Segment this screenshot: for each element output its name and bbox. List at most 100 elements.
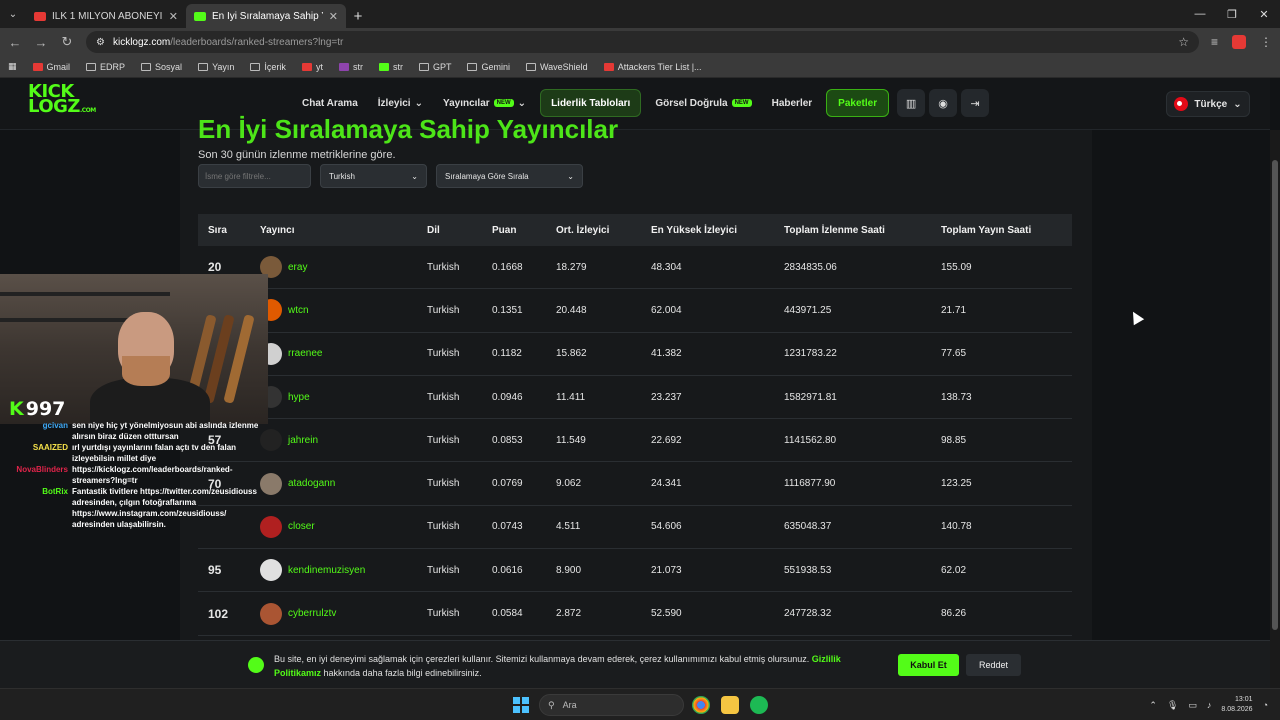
clock[interactable]: 13:01 8.08.2026 bbox=[1221, 695, 1252, 715]
streamer-cell[interactable]: closer bbox=[250, 515, 417, 538]
browser-menu-icon[interactable]: ⋮ bbox=[1260, 35, 1272, 49]
table-row[interactable]: rraenee Turkish 0.1182 15.862 41.382 1231783.… bbox=[198, 333, 1072, 376]
bookmark-yayin[interactable]: Yayın bbox=[198, 62, 234, 72]
bookmark-star-icon[interactable]: ☆ bbox=[1178, 35, 1189, 49]
network-icon[interactable]: ▭ bbox=[1188, 700, 1197, 711]
back-arrow-icon[interactable]: ← bbox=[8, 35, 22, 50]
media-controls-icon[interactable]: ≡ bbox=[1211, 35, 1218, 49]
table-row[interactable]: 57 jahrein Turkish 0.0853 11.549 22.692 114156… bbox=[198, 419, 1072, 463]
header-lang[interactable]: Dil bbox=[417, 225, 482, 236]
streamer-cell[interactable]: kendinemuzisyen bbox=[250, 559, 417, 582]
nav-packages-button[interactable]: Paketler bbox=[826, 89, 890, 117]
forward-arrow-icon[interactable]: → bbox=[34, 35, 48, 50]
sort-select[interactable]: Sıralamaya Göre Sırala ⌄ bbox=[436, 164, 583, 188]
table-row[interactable]: hype Turkish 0.0946 11.411 23.237 1582971.81 1… bbox=[198, 376, 1072, 420]
taskbar-search[interactable]: ⚲ Ara bbox=[539, 694, 684, 716]
language-selector[interactable]: Türkçe ⌄ bbox=[1166, 91, 1250, 117]
table-row[interactable]: wtcn Turkish 0.1351 20.448 62.004 443971.25 21… bbox=[198, 289, 1072, 333]
streamer-cell[interactable]: jahrein bbox=[250, 429, 417, 452]
bookmark-gpt[interactable]: GPT bbox=[418, 62, 451, 72]
chrome-app-icon[interactable] bbox=[692, 696, 710, 714]
volume-icon[interactable]: ♪ bbox=[1207, 700, 1212, 710]
header-watch-hours[interactable]: Toplam İzlenme Saati bbox=[774, 225, 931, 236]
bookmark-str-twitch[interactable]: str bbox=[338, 62, 363, 72]
avatar[interactable] bbox=[260, 602, 282, 625]
nav-news[interactable]: Haberler bbox=[762, 89, 823, 117]
table-row[interactable]: 102 cyberrulztv Turkish 0.0584 2.872 52.590 24… bbox=[198, 592, 1072, 636]
restore-icon[interactable]: ❐ bbox=[1216, 0, 1248, 28]
bookmark-waveshield[interactable]: WaveShield bbox=[525, 62, 588, 72]
streamer-name-link[interactable]: kendinemuzisyen bbox=[288, 565, 365, 576]
bookmark-attackers[interactable]: Attackers Tier List |... bbox=[603, 62, 702, 72]
reload-icon[interactable]: ↻ bbox=[60, 34, 74, 50]
url-omnibox[interactable]: ⚙ kicklogz.com/leaderboards/ranked-strea… bbox=[86, 31, 1199, 53]
header-avg-viewers[interactable]: Ort. İzleyici bbox=[546, 225, 641, 236]
tray-chevron-icon[interactable]: ⌃ bbox=[1149, 700, 1157, 711]
site-info-icon[interactable]: ⚙ bbox=[96, 37, 105, 48]
table-row[interactable]: closer Turkish 0.0743 4.511 54.606 635048.37 1… bbox=[198, 506, 1072, 550]
streamer-cell[interactable]: wtcn bbox=[250, 299, 417, 322]
discord-icon[interactable]: ◉ bbox=[929, 89, 958, 117]
bookmark-gmail[interactable]: Gmail bbox=[32, 62, 70, 72]
reject-cookies-button[interactable]: Reddet bbox=[966, 654, 1021, 676]
header-stream-hours[interactable]: Toplam Yayın Saati bbox=[931, 225, 1061, 236]
avatar[interactable] bbox=[260, 559, 282, 582]
bookmark-gemini[interactable]: Gemini bbox=[467, 62, 510, 72]
streamer-name-link[interactable]: wtcn bbox=[288, 305, 309, 316]
streamer-name-link[interactable]: hype bbox=[288, 392, 310, 403]
streamer-cell[interactable]: eray bbox=[250, 256, 417, 279]
login-icon[interactable]: ⇥ bbox=[961, 89, 990, 117]
streamer-name-link[interactable]: rraenee bbox=[288, 348, 322, 359]
nav-chat-search[interactable]: Chat Arama bbox=[292, 89, 368, 117]
notification-bell-icon[interactable]: ◔ bbox=[1263, 700, 1268, 710]
name-filter-input[interactable] bbox=[198, 164, 311, 188]
watch-hours-cell: 1231783.22 bbox=[784, 348, 837, 360]
scrollbar-thumb[interactable] bbox=[1272, 160, 1278, 630]
new-tab-plus-icon[interactable]: + bbox=[346, 4, 370, 28]
streamer-name-link[interactable]: closer bbox=[288, 521, 315, 532]
minimize-icon[interactable]: — bbox=[1184, 0, 1216, 28]
close-tab-icon[interactable]: ✕ bbox=[169, 10, 178, 23]
streamer-cell[interactable]: rraenee bbox=[250, 342, 417, 365]
table-row[interactable]: 20 eray Turkish 0.1668 18.279 48.304 2834835.0… bbox=[198, 246, 1072, 290]
header-rank[interactable]: Sıra bbox=[198, 225, 250, 236]
nav-streamers-dropdown[interactable]: Yayıncılar NEW ⌄ bbox=[433, 89, 536, 117]
microphone-icon[interactable]: 🎙 bbox=[1167, 700, 1178, 711]
windows-start-icon[interactable] bbox=[513, 697, 529, 713]
page-scrollbar[interactable] bbox=[1270, 130, 1280, 688]
bookmark-edrp[interactable]: EDRP bbox=[86, 62, 125, 72]
language-filter-select[interactable]: Turkish ⌄ bbox=[320, 164, 427, 188]
header-peak-viewers[interactable]: En Yüksek İzleyici bbox=[641, 225, 774, 236]
streamer-cell[interactable]: hype bbox=[250, 386, 417, 409]
apps-grid-icon[interactable]: ▦ bbox=[8, 61, 17, 72]
streamer-name-link[interactable]: atadogann bbox=[288, 478, 335, 489]
streamer-name-link[interactable]: jahrein bbox=[288, 435, 318, 446]
table-row[interactable]: 70 atadogann Turkish 0.0769 9.062 24.341 11168… bbox=[198, 462, 1072, 506]
table-row[interactable]: 95 kendinemuzisyen Turkish 0.0616 8.900 21.07… bbox=[198, 549, 1072, 593]
header-score[interactable]: Puan bbox=[482, 225, 546, 236]
bookmark-str-kick[interactable]: str bbox=[378, 62, 403, 72]
nav-visual-verify[interactable]: Görsel Doğrula NEW bbox=[645, 89, 761, 117]
tab-list-chevron-icon[interactable]: ⌄ bbox=[0, 0, 26, 28]
bookmark-sosyal[interactable]: Sosyal bbox=[141, 62, 182, 72]
spotify-icon[interactable] bbox=[750, 696, 768, 714]
chevron-down-icon: ⌄ bbox=[567, 171, 574, 181]
nav-viewer-dropdown[interactable]: İzleyici ⌄ bbox=[368, 89, 433, 117]
streamer-name-link[interactable]: cyberrulztv bbox=[288, 608, 336, 619]
bookmark-yt[interactable]: yt bbox=[301, 62, 323, 72]
streamer-name-link[interactable]: eray bbox=[288, 262, 307, 273]
stats-chart-icon[interactable]: ▥ bbox=[897, 89, 926, 117]
close-window-icon[interactable]: ✕ bbox=[1248, 0, 1280, 28]
kicklogz-logo[interactable]: KICK LOGZ.COM bbox=[28, 83, 96, 118]
streamer-cell[interactable]: atadogann bbox=[250, 472, 417, 495]
bookmark-icerik[interactable]: İçerik bbox=[250, 62, 286, 72]
header-streamer[interactable]: Yayıncı bbox=[250, 225, 417, 236]
nav-leaderboards[interactable]: Liderlik Tabloları bbox=[540, 89, 642, 117]
browser-tab-kicklogz[interactable]: En İyi Sıralamaya Sahip Yayıncılar ✕ bbox=[186, 4, 346, 28]
file-explorer-icon[interactable] bbox=[721, 696, 739, 714]
browser-tab-youtube[interactable]: İLK 1 MİLYON ABONEYİ GEÇEN ✕ bbox=[26, 4, 186, 28]
extension-shield-icon[interactable] bbox=[1232, 35, 1246, 49]
accept-cookies-button[interactable]: Kabul Et bbox=[898, 654, 959, 676]
streamer-cell[interactable]: cyberrulztv bbox=[250, 602, 417, 625]
close-tab-icon[interactable]: ✕ bbox=[329, 10, 338, 23]
